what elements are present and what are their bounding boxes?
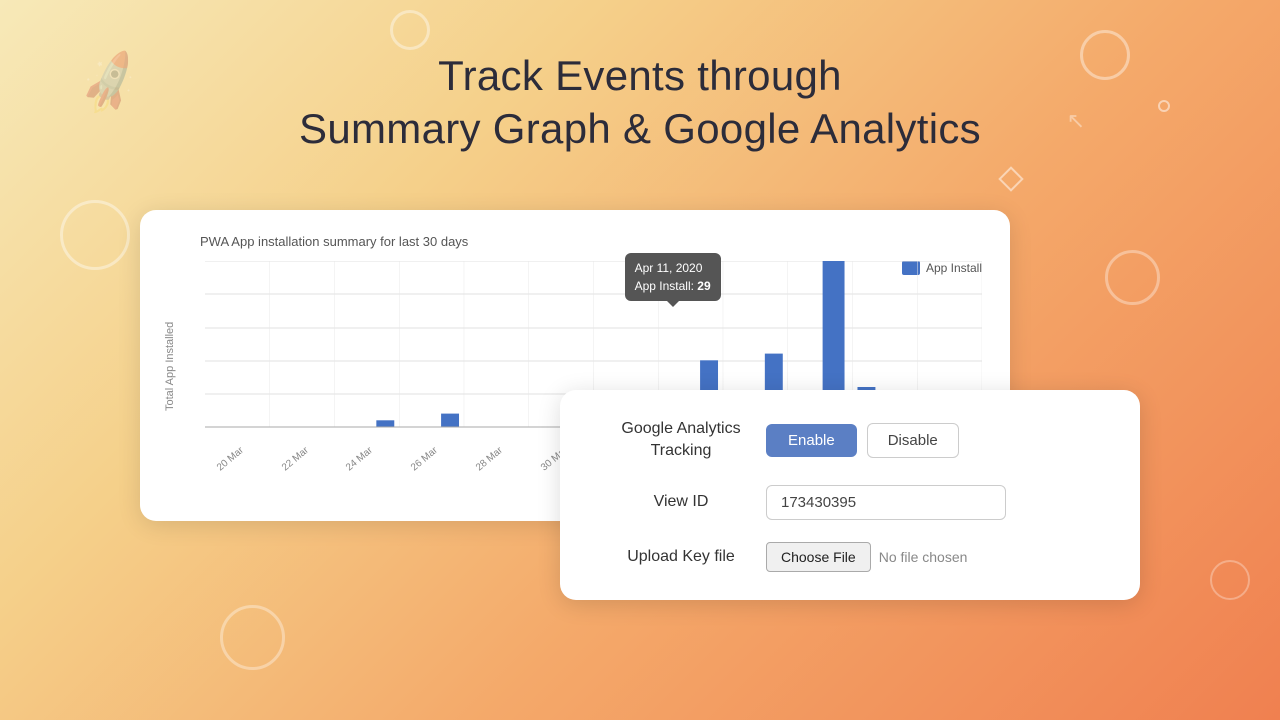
view-id-row: View ID <box>596 485 1104 520</box>
view-id-label: View ID <box>596 491 766 513</box>
upload-key-row: Upload Key file Choose File No file chos… <box>596 542 1104 572</box>
choose-file-button[interactable]: Choose File <box>766 542 871 572</box>
view-id-input[interactable] <box>766 485 1006 520</box>
chart-title: PWA App installation summary for last 30… <box>200 234 982 249</box>
tooltip-date: Apr 11, 2020 <box>635 259 711 277</box>
tooltip-number: 29 <box>697 279 710 293</box>
analytics-tracking-row: Google Analytics Tracking Enable Disable <box>596 418 1104 463</box>
file-input-wrapper: Choose File No file chosen <box>766 542 967 572</box>
view-id-control <box>766 485 1104 520</box>
tracking-label: Google Analytics Tracking <box>596 418 766 463</box>
upload-label: Upload Key file <box>596 546 766 568</box>
tooltip-value: App Install: 29 <box>635 277 711 295</box>
disable-button[interactable]: Disable <box>867 423 959 458</box>
analytics-card: Google Analytics Tracking Enable Disable… <box>560 390 1140 600</box>
enable-button[interactable]: Enable <box>766 424 857 457</box>
main-content: Track Events through Summary Graph & Goo… <box>0 0 1280 720</box>
tracking-control: Enable Disable <box>766 423 1104 458</box>
no-file-text: No file chosen <box>879 549 968 565</box>
y-axis-label: Total App Installed <box>160 261 180 471</box>
title-area: Track Events through Summary Graph & Goo… <box>299 50 981 155</box>
upload-control: Choose File No file chosen <box>766 542 1104 572</box>
chart-tooltip: Apr 11, 2020 App Install: 29 <box>625 253 721 301</box>
page-title: Track Events through Summary Graph & Goo… <box>299 50 981 155</box>
